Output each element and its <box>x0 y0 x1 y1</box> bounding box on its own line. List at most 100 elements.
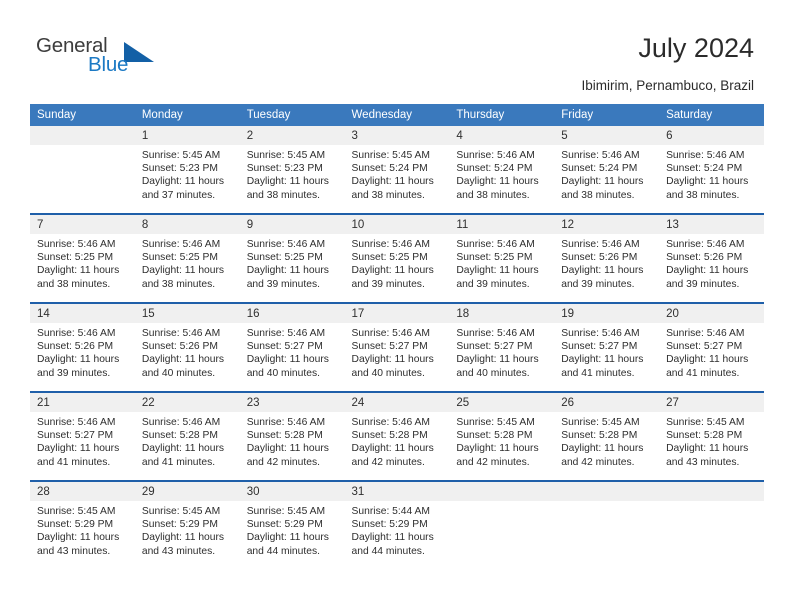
day-number[interactable]: 9 <box>239 215 345 234</box>
day-number[interactable]: 24 <box>344 393 450 412</box>
day-cell[interactable]: Sunrise: 5:46 AM Sunset: 5:27 PM Daylight:… <box>344 323 450 391</box>
sunrise-text: Sunrise: 5:45 AM <box>141 506 221 517</box>
sunset-text: Sunset: 5:24 PM <box>351 163 428 175</box>
daylight-text: Daylight: 11 hours and 39 minutes. <box>351 265 434 290</box>
sunset-text: Sunset: 5:27 PM <box>561 341 638 353</box>
day-cell[interactable]: Sunrise: 5:45 AM Sunset: 5:29 PM Daylight:… <box>239 501 345 569</box>
sunset-text: Sunset: 5:29 PM <box>37 519 114 531</box>
day-cell[interactable]: Sunrise: 5:46 AM Sunset: 5:28 PM Daylight:… <box>239 412 345 480</box>
sunset-text: Sunset: 5:26 PM <box>37 341 114 353</box>
day-number[interactable]: 31 <box>344 482 450 501</box>
sunset-text: Sunset: 5:27 PM <box>37 430 114 442</box>
day-cell[interactable]: Sunrise: 5:46 AM Sunset: 5:24 PM Daylight:… <box>659 145 764 213</box>
day-cell[interactable]: Sunrise: 5:46 AM Sunset: 5:24 PM Daylight:… <box>554 145 660 213</box>
daylight-text: Daylight: 11 hours and 41 minutes. <box>141 443 225 468</box>
day-number[interactable]: 12 <box>554 215 660 234</box>
day-cell[interactable]: Sunrise: 5:46 AM Sunset: 5:28 PM Daylight:… <box>134 412 240 480</box>
day-cell[interactable]: Sunrise: 5:46 AM Sunset: 5:27 PM Daylight:… <box>659 323 764 391</box>
day-cell[interactable]: Sunrise: 5:46 AM Sunset: 5:25 PM Daylight:… <box>30 234 135 302</box>
day-cell[interactable]: Sunrise: 5:45 AM Sunset: 5:28 PM Daylight:… <box>659 412 764 480</box>
day-number[interactable]: 2 <box>239 126 345 145</box>
day-detail-row: Sunrise: 5:45 AM Sunset: 5:29 PM Daylight:… <box>30 501 764 569</box>
sunset-text: Sunset: 5:23 PM <box>141 163 218 175</box>
day-cell[interactable]: Sunrise: 5:46 AM Sunset: 5:27 PM Daylight:… <box>449 323 555 391</box>
day-number-row: 14 15 16 17 18 19 20 <box>30 304 764 323</box>
day-number[interactable]: 6 <box>659 126 764 145</box>
sunrise-text: Sunrise: 5:45 AM <box>37 506 116 517</box>
day-cell[interactable]: Sunrise: 5:46 AM Sunset: 5:25 PM Daylight:… <box>134 234 240 302</box>
day-number[interactable]: 30 <box>239 482 345 501</box>
day-cell[interactable]: Sunrise: 5:46 AM Sunset: 5:27 PM Daylight:… <box>554 323 660 391</box>
sunrise-text: Sunrise: 5:46 AM <box>351 417 430 428</box>
day-number[interactable]: 16 <box>239 304 345 323</box>
day-cell[interactable]: Sunrise: 5:46 AM Sunset: 5:25 PM Daylight:… <box>239 234 345 302</box>
day-cell[interactable]: Sunrise: 5:45 AM Sunset: 5:28 PM Daylight:… <box>554 412 660 480</box>
day-cell[interactable]: Sunrise: 5:46 AM Sunset: 5:24 PM Daylight:… <box>449 145 555 213</box>
day-cell[interactable]: Sunrise: 5:46 AM Sunset: 5:26 PM Daylight:… <box>134 323 240 391</box>
sunrise-text: Sunrise: 5:46 AM <box>561 150 640 161</box>
day-number[interactable]: 21 <box>30 393 135 412</box>
sunrise-text: Sunrise: 5:46 AM <box>246 328 326 339</box>
day-number[interactable]: 27 <box>659 393 764 412</box>
day-cell[interactable]: Sunrise: 5:46 AM Sunset: 5:26 PM Daylight:… <box>30 323 135 391</box>
sunrise-text: Sunrise: 5:46 AM <box>141 239 221 250</box>
sunset-text: Sunset: 5:25 PM <box>246 252 323 264</box>
daylight-text: Daylight: 11 hours and 38 minutes. <box>561 176 644 201</box>
day-cell[interactable]: Sunrise: 5:46 AM Sunset: 5:26 PM Daylight:… <box>554 234 660 302</box>
day-cell[interactable]: Sunrise: 5:46 AM Sunset: 5:27 PM Daylight:… <box>30 412 135 480</box>
daylight-text: Daylight: 11 hours and 44 minutes. <box>246 532 329 557</box>
sunset-text: Sunset: 5:28 PM <box>141 430 218 442</box>
day-cell[interactable]: Sunrise: 5:45 AM Sunset: 5:29 PM Daylight:… <box>30 501 135 569</box>
day-cell[interactable]: Sunrise: 5:46 AM Sunset: 5:26 PM Daylight:… <box>659 234 764 302</box>
day-cell[interactable]: Sunrise: 5:45 AM Sunset: 5:29 PM Daylight:… <box>134 501 240 569</box>
day-number[interactable]: 28 <box>30 482 135 501</box>
calendar-header-row: Sunday Monday Tuesday Wednesday Thursday… <box>30 104 764 126</box>
day-cell[interactable]: Sunrise: 5:46 AM Sunset: 5:27 PM Daylight:… <box>239 323 345 391</box>
day-number[interactable]: 17 <box>344 304 450 323</box>
day-number[interactable]: 5 <box>554 126 660 145</box>
sunrise-text: Sunrise: 5:46 AM <box>666 328 745 339</box>
day-cell[interactable]: Sunrise: 5:46 AM Sunset: 5:28 PM Daylight:… <box>344 412 450 480</box>
sunset-text: Sunset: 5:28 PM <box>456 430 533 442</box>
day-number[interactable]: 23 <box>239 393 345 412</box>
day-number[interactable]: 13 <box>659 215 764 234</box>
day-number[interactable]: 10 <box>344 215 450 234</box>
day-number[interactable]: 22 <box>134 393 240 412</box>
day-number-row: 123456 <box>30 126 764 145</box>
day-number[interactable]: 1 <box>134 126 240 145</box>
day-cell[interactable]: Sunrise: 5:46 AM Sunset: 5:25 PM Daylight:… <box>344 234 450 302</box>
day-number[interactable]: 4 <box>449 126 555 145</box>
calendar-page: General Blue July 2024 Ibimirim, Pernamb… <box>0 0 792 612</box>
day-number[interactable]: 18 <box>449 304 555 323</box>
daylight-text: Daylight: 11 hours and 43 minutes. <box>141 532 225 557</box>
day-number[interactable]: 29 <box>134 482 240 501</box>
day-number[interactable]: 7 <box>30 215 135 234</box>
day-cell[interactable]: Sunrise: 5:46 AM Sunset: 5:25 PM Daylight:… <box>449 234 555 302</box>
day-cell[interactable]: Sunrise: 5:44 AM Sunset: 5:29 PM Daylight:… <box>344 501 450 569</box>
day-number[interactable]: 8 <box>134 215 240 234</box>
day-cell[interactable]: Sunrise: 5:45 AM Sunset: 5:28 PM Daylight:… <box>449 412 555 480</box>
day-number[interactable]: 20 <box>659 304 764 323</box>
day-cell[interactable]: Sunrise: 5:45 AM Sunset: 5:23 PM Daylight:… <box>134 145 240 213</box>
day-number[interactable]: 25 <box>449 393 555 412</box>
day-detail-row: Sunrise: 5:46 AM Sunset: 5:26 PM Daylight:… <box>30 323 764 391</box>
sunset-text: Sunset: 5:23 PM <box>246 163 323 175</box>
day-cell[interactable]: Sunrise: 5:45 AM Sunset: 5:24 PM Daylight:… <box>344 145 450 213</box>
day-number-empty <box>449 482 555 501</box>
day-number[interactable]: 26 <box>554 393 660 412</box>
day-cell[interactable]: Sunrise: 5:45 AM Sunset: 5:23 PM Daylight:… <box>239 145 345 213</box>
day-number[interactable]: 19 <box>554 304 660 323</box>
day-number[interactable]: 11 <box>449 215 555 234</box>
sunrise-text: Sunrise: 5:46 AM <box>141 328 221 339</box>
day-number[interactable]: 14 <box>30 304 135 323</box>
sunset-text: Sunset: 5:29 PM <box>351 519 428 531</box>
daylight-text: Daylight: 11 hours and 42 minutes. <box>456 443 539 468</box>
general-blue-logo[interactable]: General Blue <box>36 34 166 82</box>
sunrise-text: Sunrise: 5:45 AM <box>561 417 640 428</box>
daylight-text: Daylight: 11 hours and 39 minutes. <box>456 265 539 290</box>
day-number[interactable]: 15 <box>134 304 240 323</box>
day-number-empty <box>554 482 660 501</box>
day-number[interactable]: 3 <box>344 126 450 145</box>
weekday-header-thursday: Thursday <box>449 104 555 126</box>
day-cell-empty <box>449 501 555 569</box>
